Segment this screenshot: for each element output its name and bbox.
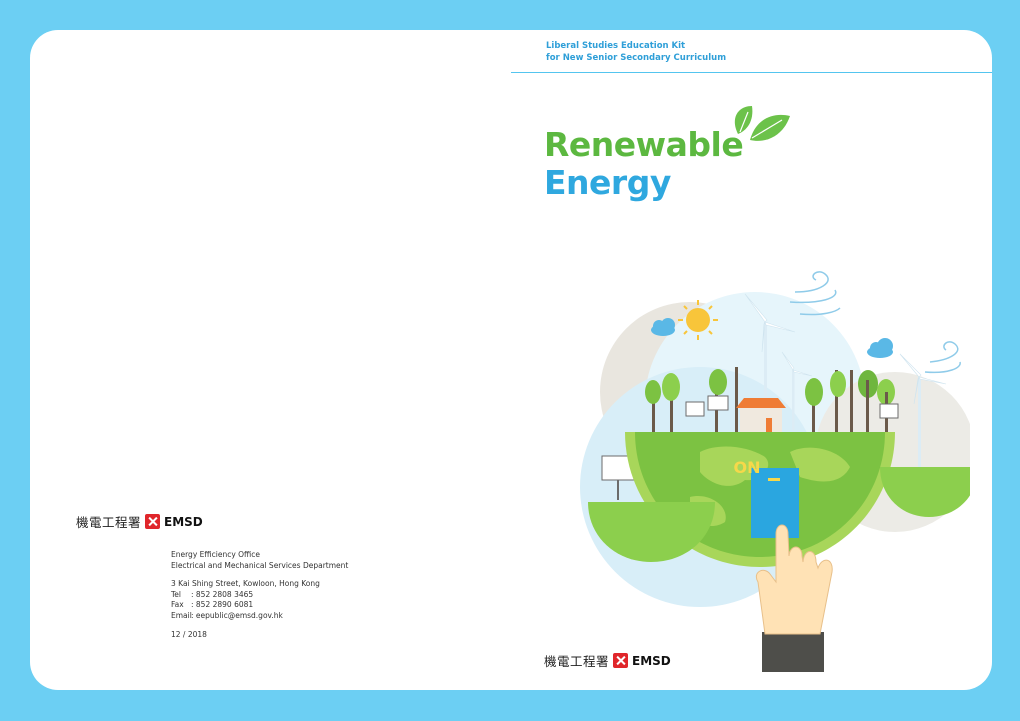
emsd-chinese-name: 機電工程署	[544, 654, 610, 669]
switch-icon[interactable]	[751, 468, 799, 538]
cover-title: Renewable Energy	[544, 125, 744, 202]
tel-value: : 852 2808 3465	[191, 589, 254, 599]
house-icon	[736, 398, 786, 432]
emsd-chinese-name: 機電工程署	[76, 515, 142, 530]
emsd-english-name: EMSD	[632, 653, 671, 668]
tel-row: Tel : 852 2808 3465	[171, 590, 348, 601]
email-row: Email : eepublic@emsd.gov.hk	[171, 611, 348, 622]
title-renewable: Renewable	[544, 125, 744, 164]
header-divider	[511, 72, 992, 73]
brochure-spread: 機電工程署 EMSD Energy Efficiency Office Elec…	[30, 30, 992, 690]
department-name: Electrical and Mechanical Services Depar…	[171, 560, 349, 570]
emsd-mark-icon	[145, 514, 161, 529]
email-label: Email	[171, 610, 192, 620]
emsd-mark-icon	[613, 653, 629, 668]
emsd-logo-front: 機電工程署 EMSD	[544, 651, 671, 670]
leaf-icon	[734, 106, 790, 141]
email-value[interactable]: : eepublic@emsd.gov.hk	[191, 611, 283, 622]
switch-label: ON	[733, 458, 761, 477]
kit-title: Liberal Studies Education Kit for New Se…	[546, 40, 726, 64]
emsd-logo-back: 機電工程署 EMSD	[76, 512, 203, 531]
fax-value: : 852 2890 6081	[191, 600, 254, 610]
tel-label: Tel	[171, 589, 182, 599]
kit-title-line1: Liberal Studies Education Kit	[546, 41, 686, 51]
fax-row: Fax : 852 2890 6081	[171, 600, 348, 611]
issue-date: 12 / 2018	[171, 629, 207, 639]
address: 3 Kai Shing Street, Kowloon, Hong Kong	[171, 579, 320, 589]
contact-block: Energy Efficiency Office Electrical and …	[171, 550, 348, 640]
fax-label: Fax	[171, 600, 184, 610]
emsd-english-name: EMSD	[164, 514, 203, 529]
office-name: Energy Efficiency Office	[171, 550, 261, 559]
title-energy: Energy	[544, 163, 671, 202]
kit-title-line2: for New Senior Secondary Curriculum	[546, 53, 727, 63]
